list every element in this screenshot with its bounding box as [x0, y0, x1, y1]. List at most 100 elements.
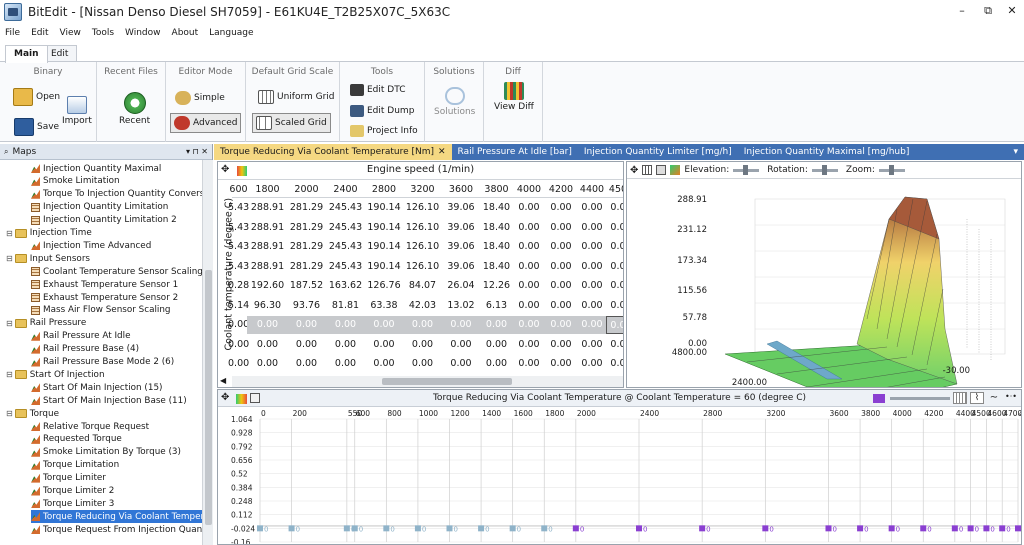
curve-point[interactable] [983, 525, 990, 532]
table-cell[interactable]: 0.00 [286, 355, 327, 373]
table-cell[interactable]: 0.00 [441, 355, 481, 373]
tree-item[interactable]: Torque Reducing Via Coolant Temperature [31, 510, 202, 524]
save-button[interactable]: Save [14, 118, 59, 136]
tree-item[interactable]: Mass Air Flow Sensor Scaling [31, 304, 171, 317]
table-cell[interactable]: 0.00 [606, 238, 623, 256]
edit-dump-button[interactable]: Edit Dump [350, 105, 414, 117]
tree-item[interactable]: Torque To Injection Quantity Conversion [31, 188, 202, 201]
tree-folder[interactable]: ⊟ Injection Time [6, 227, 92, 240]
table-cell[interactable]: 0.00 [512, 355, 546, 373]
tree-item[interactable]: Torque Limiter [31, 472, 106, 485]
table-cell[interactable]: 281.29 [286, 238, 327, 256]
import-button[interactable]: Import [62, 96, 92, 126]
curve-point[interactable] [572, 525, 579, 532]
table-cell[interactable]: 190.14 [364, 258, 404, 276]
table-cell[interactable]: 0.00 [441, 316, 481, 334]
tree-item[interactable]: Rail Pressure Base (4) [31, 343, 139, 356]
table-cell[interactable]: 126.76 [364, 277, 404, 295]
curve-point[interactable] [343, 525, 350, 532]
recent-button[interactable]: Recent [119, 92, 150, 126]
table-cell[interactable]: 93.76 [286, 297, 327, 315]
grid-view-icon[interactable] [642, 165, 653, 175]
tree-item[interactable]: Exhaust Temperature Sensor 1 [31, 278, 178, 291]
curve-point[interactable] [383, 525, 390, 532]
project-info-button[interactable]: Project Info [350, 125, 418, 137]
doc-tab-injection-quantity-maximal[interactable]: Injection Quantity Maximal [mg/hub] [738, 144, 916, 160]
table-cell[interactable]: 126.10 [402, 238, 443, 256]
table-cell[interactable]: 190.14 [364, 219, 404, 237]
scaled-grid-button[interactable]: Scaled Grid [252, 113, 331, 133]
table-horizontal-scrollbar[interactable] [232, 376, 623, 387]
table-cell[interactable]: 0.00 [606, 355, 623, 373]
close-tab-icon[interactable]: ✕ [438, 147, 446, 157]
move-icon[interactable]: ✥ [630, 165, 638, 176]
table-cell[interactable]: 0.00 [364, 336, 404, 354]
tree-folder[interactable]: ⊟ Start Of Injection [6, 368, 105, 381]
table-cell[interactable]: 190.14 [364, 238, 404, 256]
collapse-icon[interactable]: ⊟ [6, 409, 13, 418]
curve-point[interactable] [999, 525, 1006, 532]
table-cell[interactable]: 12.26 [479, 277, 514, 295]
curve-point[interactable] [699, 525, 706, 532]
table-cell[interactable]: 0.00 [606, 297, 623, 315]
table-cell[interactable]: 0.00 [325, 316, 366, 334]
table-cell[interactable]: 0.00 [325, 336, 366, 354]
uniform-grid-button[interactable]: Uniform Grid [258, 90, 335, 104]
table-cell[interactable]: 0.00 [606, 316, 623, 334]
table-cell[interactable]: 0.00 [402, 336, 443, 354]
table-cell[interactable]: 0.00 [544, 297, 578, 315]
table-cell[interactable]: 0.00 [512, 316, 546, 334]
menu-edit[interactable]: Edit [31, 28, 48, 38]
table-cell[interactable]: 0.00 [441, 336, 481, 354]
table-cell[interactable]: 39.06 [441, 258, 481, 276]
table-cell[interactable]: 0.00 [544, 199, 578, 217]
curve-point[interactable] [825, 525, 832, 532]
table-cell[interactable]: 0.00 [512, 199, 546, 217]
table-cell[interactable]: 0.00 [402, 355, 443, 373]
curve-point[interactable] [257, 525, 263, 532]
curve-point[interactable] [857, 525, 864, 532]
table-cell[interactable]: 0.00 [364, 316, 404, 334]
table-cell[interactable]: 0.00 [606, 336, 623, 354]
table-cell[interactable]: 281.29 [286, 219, 327, 237]
table-cell[interactable]: 0.00 [402, 316, 443, 334]
collapse-icon[interactable]: ⊟ [6, 229, 13, 238]
tree-item[interactable]: Requested Torque [31, 433, 122, 446]
axis-view-icon[interactable] [656, 165, 667, 175]
series-color-icon[interactable] [873, 394, 885, 403]
table-cell[interactable]: 13.02 [441, 297, 481, 315]
table-cell[interactable]: 18.40 [479, 219, 514, 237]
tree-folder[interactable]: ⊟ Torque [6, 407, 59, 420]
advanced-mode-button[interactable]: Advanced [170, 113, 242, 133]
table-cell[interactable]: 0.00 [512, 277, 546, 295]
table-cell[interactable]: 0.00 [606, 219, 623, 237]
menu-language[interactable]: Language [209, 28, 253, 38]
close-button[interactable]: ✕ [1002, 3, 1022, 19]
doc-tab-rail-pressure-idle[interactable]: Rail Pressure At Idle [bar] [452, 144, 578, 160]
tree-item[interactable]: Torque Request From Injection Quantity [31, 523, 202, 536]
collapse-icon[interactable]: ⊟ [6, 370, 13, 379]
scroll-left-arrow-icon[interactable]: ◀ [220, 376, 231, 387]
curve-point[interactable] [920, 525, 927, 532]
table-cell[interactable]: 190.14 [364, 199, 404, 217]
curve-point[interactable] [888, 525, 895, 532]
tree-folder[interactable]: ⊟ Rail Pressure [6, 317, 86, 330]
tree-item[interactable]: Rail Pressure At Idle [31, 330, 131, 343]
table-cell[interactable]: 84.07 [402, 277, 443, 295]
table-cell[interactable]: 0.00 [512, 219, 546, 237]
table-cell[interactable]: 0.28 [228, 277, 249, 295]
view-diff-button[interactable]: View Diff [494, 82, 534, 112]
curve-point[interactable] [967, 525, 974, 532]
curve-point[interactable] [1015, 525, 1021, 532]
tree-item[interactable]: Injection Quantity Limitation [31, 201, 168, 214]
table-cell[interactable]: 0.00 [544, 336, 578, 354]
table-cell[interactable]: 0.00 [544, 219, 578, 237]
table-cell[interactable]: 39.06 [441, 238, 481, 256]
table-cell[interactable]: 0.00 [576, 258, 608, 276]
tree-item[interactable]: Rail Pressure Base Mode 2 (6) [31, 356, 174, 369]
tree-folder[interactable]: ⊟ Input Sensors [6, 252, 90, 265]
table-cell[interactable]: 5.43 [228, 199, 249, 217]
panel-pin-controls-icon[interactable]: ▾ ⊓ ✕ [186, 147, 208, 156]
table-cell[interactable]: 39.06 [441, 199, 481, 217]
tree-item[interactable]: Torque Limitation [31, 459, 119, 472]
